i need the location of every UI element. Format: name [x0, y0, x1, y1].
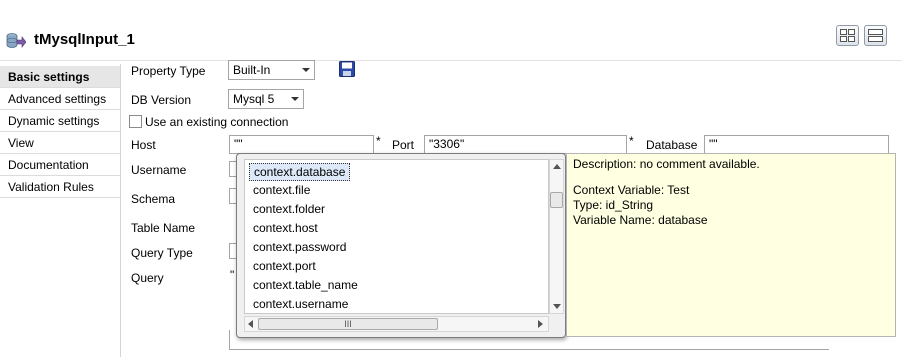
list-item[interactable]: context.folder	[249, 201, 329, 219]
list-item[interactable]: context.host	[249, 220, 322, 238]
vertical-scroll-thumb[interactable]	[550, 192, 563, 208]
property-type-value: Built-In	[233, 63, 271, 77]
scroll-left-icon[interactable]	[248, 320, 253, 328]
tab-basic-settings[interactable]: Basic settings	[0, 66, 120, 88]
vertical-scrollbar[interactable]	[549, 159, 564, 314]
component-title: tMysqlInput_1	[34, 31, 135, 48]
tab-documentation[interactable]: Documentation	[0, 154, 120, 176]
grid-layout-button[interactable]	[836, 25, 859, 46]
table-name-label: Table Name	[131, 221, 196, 235]
type-text: Type: id_String	[573, 198, 654, 212]
tab-view[interactable]: View	[0, 132, 120, 154]
existing-connection-checkbox[interactable]	[129, 115, 142, 128]
tab-dynamic-settings[interactable]: Dynamic settings	[0, 110, 120, 132]
database-input[interactable]: ""	[704, 135, 889, 154]
mysql-input-icon	[6, 33, 26, 48]
query-type-label: Query Type	[131, 246, 193, 260]
context-variable-text: Context Variable: Test	[573, 183, 690, 197]
required-marker: *	[376, 134, 381, 148]
context-variable-list: context.database context.file context.fo…	[244, 159, 549, 314]
scroll-down-icon[interactable]	[553, 304, 561, 309]
variable-name-text: Variable Name: database	[573, 213, 708, 227]
context-autocomplete-popup: context.database context.file context.fo…	[236, 153, 566, 338]
query-text[interactable]: "	[230, 268, 234, 282]
rows-layout-icon	[868, 29, 883, 42]
list-item[interactable]: context.database	[249, 163, 351, 181]
component-header: tMysqlInput_1	[0, 0, 902, 62]
context-description-panel: Description: no comment available. Conte…	[566, 153, 896, 337]
username-label: Username	[131, 163, 187, 177]
scroll-up-icon[interactable]	[553, 164, 561, 169]
required-marker: *	[629, 134, 634, 148]
database-label: Database	[646, 138, 698, 152]
list-item[interactable]: context.file	[249, 182, 314, 200]
host-input[interactable]: ""	[229, 135, 374, 154]
query-type-select[interactable]	[229, 243, 236, 259]
scroll-right-icon[interactable]	[538, 320, 543, 328]
host-label: Host	[131, 138, 156, 152]
port-label: Port	[392, 138, 415, 152]
horizontal-scroll-thumb[interactable]: III	[258, 318, 438, 330]
property-type-label: Property Type	[131, 64, 206, 78]
list-item[interactable]: context.table_name	[249, 277, 362, 295]
db-version-label: DB Version	[131, 93, 192, 107]
settings-sidebar: Basic settings Advanced settings Dynamic…	[0, 64, 121, 357]
chevron-down-icon	[291, 97, 299, 101]
list-item[interactable]: context.username	[249, 296, 352, 313]
username-input[interactable]	[229, 161, 236, 177]
property-type-select[interactable]: Built-In	[228, 60, 315, 80]
tab-advanced-settings[interactable]: Advanced settings	[0, 88, 120, 110]
chevron-down-icon	[302, 68, 310, 72]
rows-layout-button[interactable]	[864, 25, 887, 46]
schema-label: Schema	[131, 192, 176, 206]
db-version-value: Mysql 5	[233, 92, 275, 106]
query-label: Query	[131, 271, 164, 285]
db-version-select[interactable]: Mysql 5	[228, 89, 304, 109]
tab-validation-rules[interactable]: Validation Rules	[0, 176, 120, 198]
grid-layout-icon	[840, 29, 855, 42]
schema-select[interactable]	[229, 188, 236, 204]
header-divider	[0, 60, 902, 61]
port-input[interactable]: "3306"	[424, 135, 627, 154]
save-icon[interactable]	[339, 61, 355, 77]
list-item[interactable]: context.password	[249, 239, 350, 257]
list-item[interactable]: context.port	[249, 258, 320, 276]
description-text: Description: no comment available.	[573, 157, 760, 171]
existing-connection-label: Use an existing connection	[145, 115, 289, 129]
horizontal-scrollbar[interactable]: III	[244, 316, 549, 332]
